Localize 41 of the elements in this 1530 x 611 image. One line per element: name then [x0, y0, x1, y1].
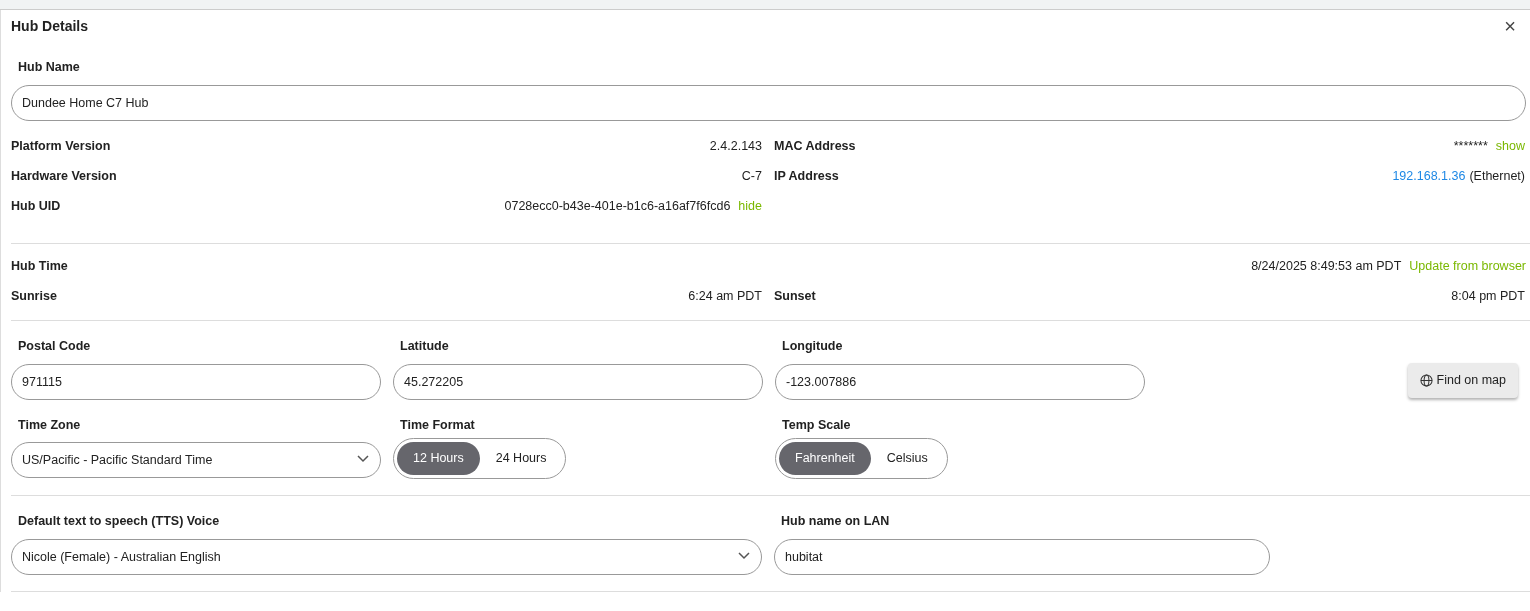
dropdown-field[interactable]: Nicole (Female) - Australian English: [11, 539, 762, 575]
globe-icon: [1419, 373, 1433, 387]
segment-option[interactable]: 12 Hours: [397, 442, 480, 476]
field-label: Latitude: [399, 337, 450, 355]
chevron-down-icon: [738, 552, 750, 560]
find-on-map-button[interactable]: Find on map: [1407, 362, 1518, 398]
input-field[interactable]: -123.007886: [775, 363, 1145, 400]
field-label: Default text to speech (TTS) Voice: [17, 513, 221, 531]
input-field[interactable]: 971115: [11, 363, 381, 400]
field-label: Hardware Version: [11, 167, 117, 185]
field-label: IP Address: [774, 167, 839, 185]
close-button[interactable]: ×: [1504, 16, 1530, 36]
dialog-title: Hub Details: [11, 16, 88, 36]
input-field[interactable]: Dundee Home C7 Hub: [11, 84, 1526, 121]
field-label: Time Zone: [17, 416, 82, 434]
field-label: Hub Name: [17, 59, 81, 76]
field-label: Hub UID: [11, 197, 61, 215]
field-value: 0728ecc0-b43e-401e-b1c6-a16af7f6fcd6: [504, 197, 731, 215]
field-label: Sunset: [774, 288, 816, 306]
field-label: MAC Address: [774, 137, 856, 155]
field-label: Hub Time: [11, 258, 68, 276]
field-value: (Ethernet): [1469, 167, 1525, 185]
field-label: Hub name on LAN: [780, 513, 891, 531]
field-value: *******: [1453, 137, 1488, 155]
field-label: Temp Scale: [781, 416, 852, 434]
field-label: Platform Version: [11, 137, 111, 155]
field-value: 2.4.2.143: [709, 137, 762, 155]
dropdown-field[interactable]: US/Pacific - Pacific Standard Time: [11, 442, 381, 479]
field-value: 8/24/2025 8:49:53 am PDT: [1251, 258, 1402, 276]
chevron-down-icon: [357, 455, 369, 464]
field-label: Postal Code: [17, 337, 92, 355]
field-value: 6:24 am PDT: [688, 288, 762, 306]
field-label: Sunrise: [11, 288, 57, 306]
field-label: Time Format: [399, 416, 476, 434]
input-field[interactable]: hubitat: [774, 539, 1270, 575]
ip-link[interactable]: 192.168.1.36: [1392, 166, 1466, 197]
field-value: 8:04 pm PDT: [1451, 288, 1525, 306]
input-field[interactable]: 45.272205: [393, 363, 763, 400]
field-label: Longitude: [781, 337, 844, 355]
field-value: C-7: [741, 167, 762, 185]
segment-option[interactable]: Fahrenheit: [779, 442, 871, 476]
